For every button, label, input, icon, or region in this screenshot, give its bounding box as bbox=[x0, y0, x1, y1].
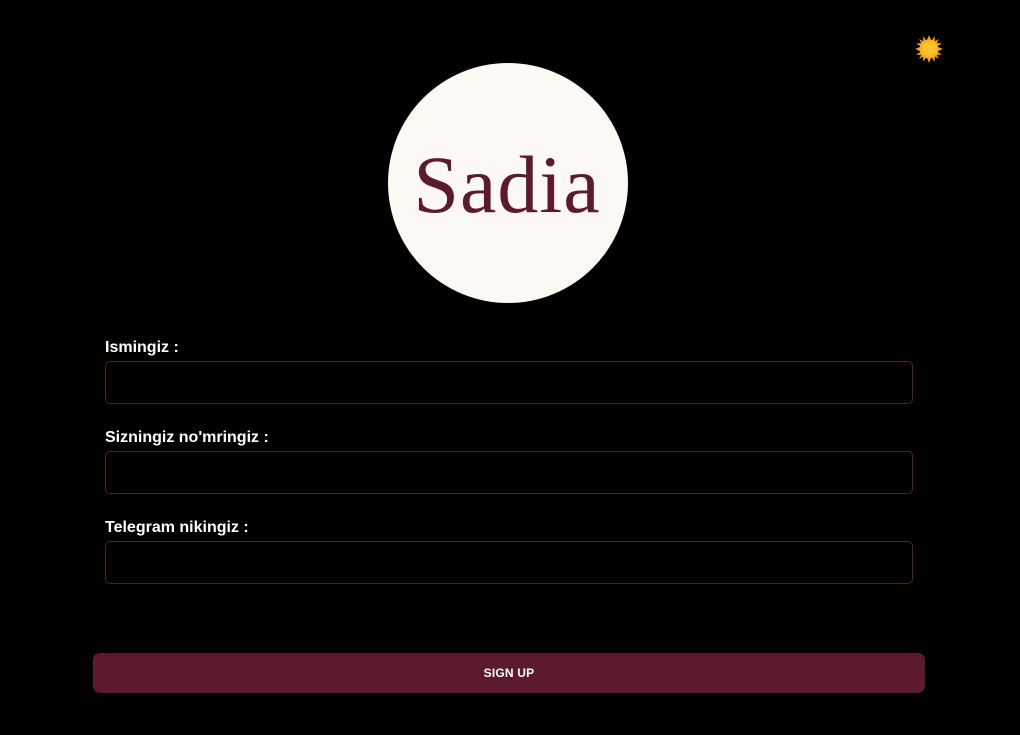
telegram-label: Telegram nikingiz : bbox=[105, 519, 249, 536]
phone-input[interactable] bbox=[105, 451, 913, 494]
sun-icon bbox=[915, 35, 943, 63]
signup-page: Sadia Ismingiz : Sizningiz no'mringiz : … bbox=[0, 0, 1020, 735]
telegram-input[interactable] bbox=[105, 541, 913, 584]
sign-up-button[interactable]: SIGN UP bbox=[93, 653, 925, 693]
brand-logo-text: Sadia bbox=[413, 139, 600, 230]
name-label: Ismingiz : bbox=[105, 339, 179, 356]
phone-label: Sizningiz no'mringiz : bbox=[105, 429, 269, 446]
theme-toggle-button[interactable] bbox=[914, 34, 944, 64]
brand-logo: Sadia bbox=[388, 63, 628, 303]
name-input[interactable] bbox=[105, 361, 913, 404]
brand-logo-wordmark: Sadia bbox=[413, 139, 600, 230]
